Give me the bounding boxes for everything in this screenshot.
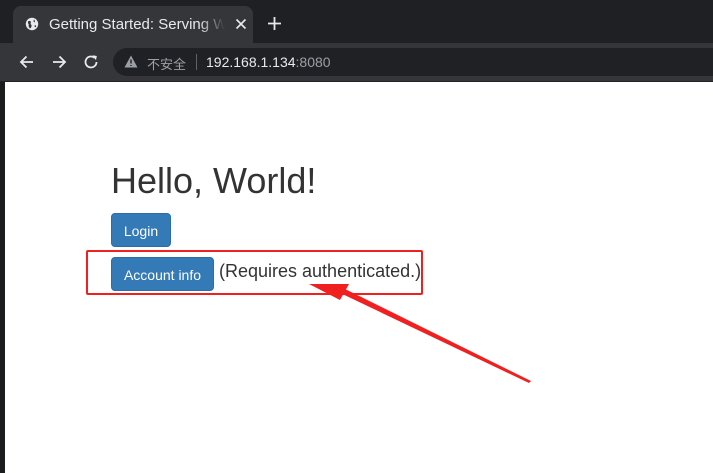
security-label[interactable]: 不安全 [147,54,186,73]
reload-icon[interactable] [82,53,100,71]
plus-icon[interactable] [267,16,282,31]
url-port: :8080 [295,54,331,70]
login-button[interactable]: Login [111,213,171,247]
address-bar[interactable]: 不安全 192.168.1.134:8080 [113,48,713,76]
globe-icon [25,17,39,31]
warning-triangle-icon[interactable] [124,55,138,68]
browser-tab[interactable]: Getting Started: Serving Web Content [13,6,253,43]
address-divider [196,54,197,70]
close-icon[interactable] [235,18,247,30]
tab-title: Getting Started: Serving Web Content [49,16,225,33]
annotation-highlight-box [86,250,423,295]
back-arrow-icon[interactable] [18,53,36,71]
forward-arrow-icon[interactable] [50,53,68,71]
page-content: Hello, World! Login Account info (Requir… [5,82,713,473]
page-heading: Hello, World! [111,160,317,201]
url-text[interactable]: 192.168.1.134:8080 [206,54,331,70]
url-host: 192.168.1.134 [206,54,296,70]
browser-toolbar: 不安全 192.168.1.134:8080 [0,43,713,81]
tab-strip: Getting Started: Serving Web Content [0,0,713,43]
